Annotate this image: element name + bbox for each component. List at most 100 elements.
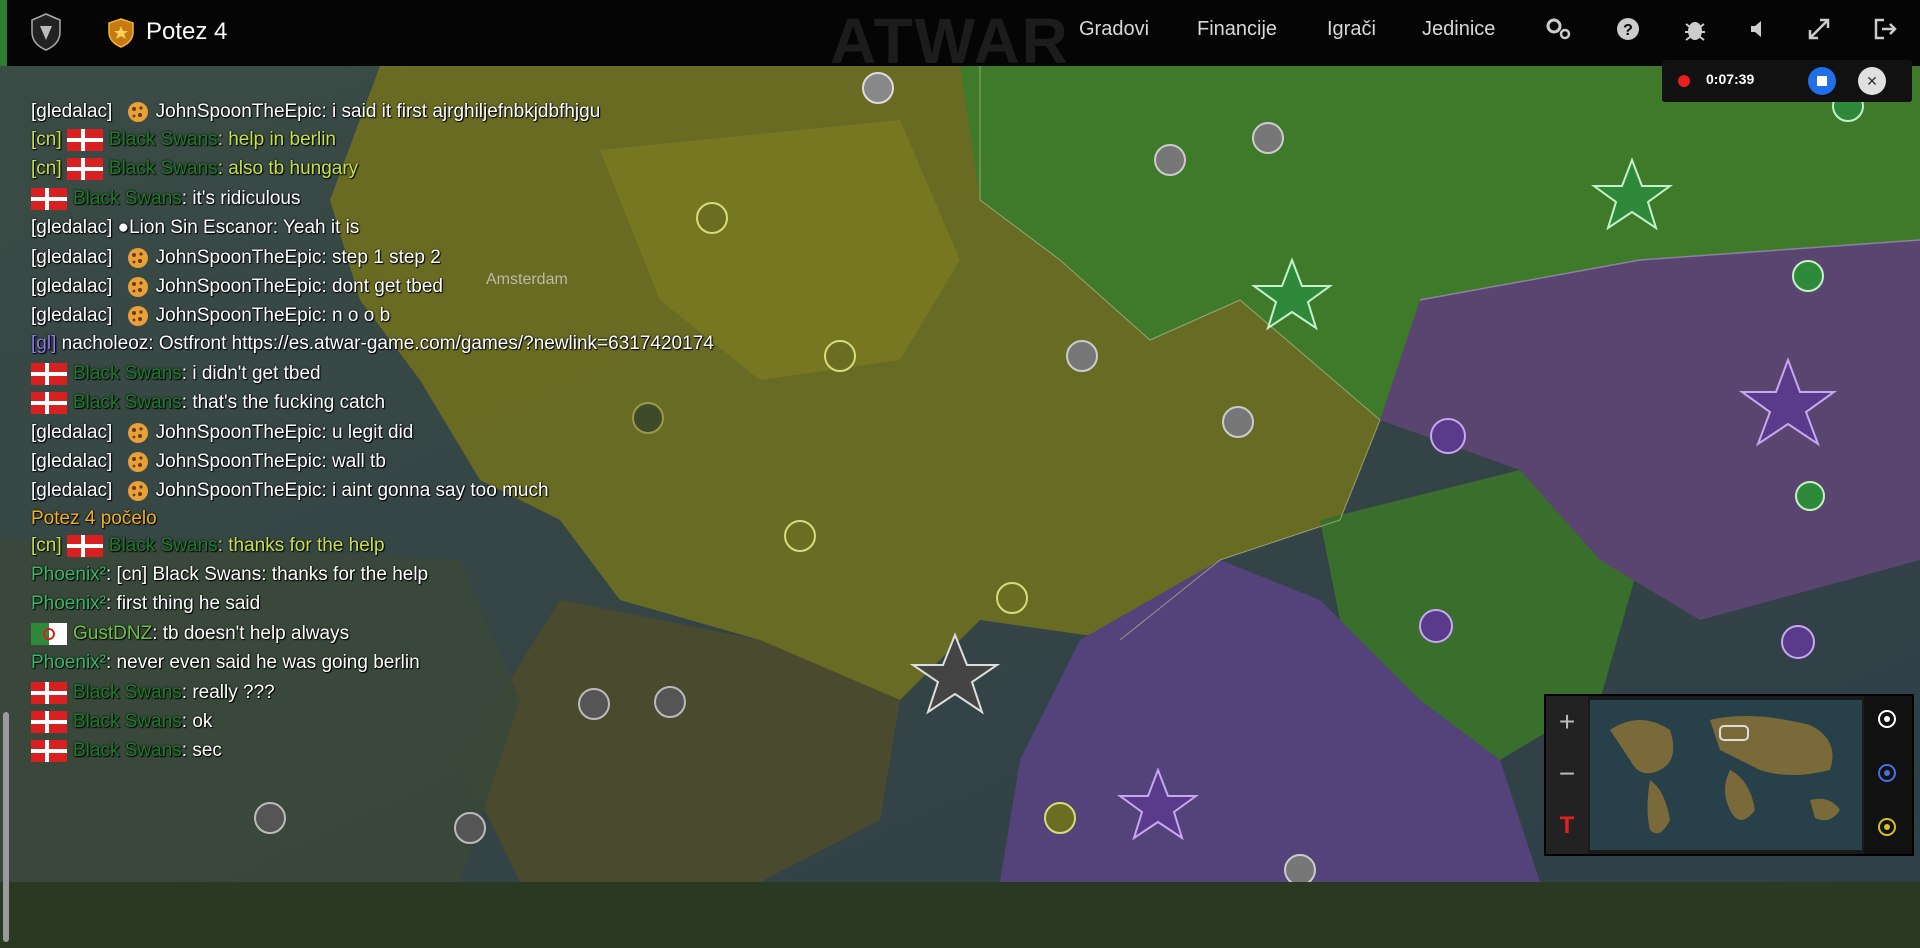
chat-player-name: Black Swans [73,392,182,413]
chat-player-name: JohnSpoonTheEpic [155,451,322,472]
chat-message-text: Potez 4 počelo [31,508,157,529]
chat-message-text: : tb doesn't help always [152,623,350,644]
minimap-panel: + − T [1544,694,1914,856]
fullscreen-icon[interactable] [1804,14,1834,44]
chat-player-name: nacholeoz [61,333,149,354]
minimap-controls: + − T [1546,696,1588,854]
flag-denmark-icon [66,129,103,151]
flag-denmark-icon [66,535,103,557]
target-yellow-icon[interactable] [1876,816,1898,838]
flag-denmark-icon [31,363,67,385]
mic-muted-icon[interactable]: ✕ [1858,67,1886,95]
chat-player-name: Black Swans [73,363,182,384]
chat-message: Black Swans: that's the fucking catch [31,392,385,414]
world-minimap[interactable] [1590,700,1862,850]
chat-player-name: ●Lion Sin Escanor [117,217,273,238]
chat-message: [gledalac] JohnSpoonTheEpic: i said it f… [31,100,600,124]
chat-message: [cn] Black Swans: also tb hungary [31,158,358,180]
chat-message-text: : Yeah it is [272,217,360,238]
chat-message: Black Swans: i didn't get tbed [31,363,321,385]
chat-scroll-thumb[interactable] [3,712,9,942]
chat-channel-tag: [cn] [31,535,62,556]
chat-message: Black Swans: really ??? [31,682,275,704]
status-edge [0,0,7,66]
chat-message: [gl] nacholeoz: Ostfront https://es.atwa… [31,333,714,355]
chat-message: Potez 4 počelo [31,508,157,530]
bug-icon[interactable] [1680,14,1710,44]
flag-denmark-icon [66,158,103,180]
nav-cities[interactable]: Gradovi [1079,18,1149,41]
flag-denmark-icon [31,711,67,733]
chat-message: [gledalac] JohnSpoonTheEpic: u legit did [31,421,413,445]
cookie-icon [126,246,150,270]
chat-channel-tag: [gledalac] [31,247,113,268]
chat-player-name: Black Swans [73,711,182,732]
chat-player-name: Black Swans [73,682,182,703]
chat-message-text: : dont get tbed [321,276,443,297]
target-white-icon[interactable] [1876,708,1898,730]
chat-player-name: JohnSpoonTheEpic [155,305,322,326]
chat-scrollbar[interactable] [0,166,12,948]
cookie-icon [126,450,150,474]
chat-channel-tag: [cn] [31,158,62,179]
chat-message-text: : never even said he was going berlin [106,652,420,673]
turn-shield-icon [108,18,134,48]
screen-recorder: 0:07:39 ✕ [1662,60,1912,102]
chat-message-text: : that's the fucking catch [181,392,386,413]
chat-player-name: JohnSpoonTheEpic [155,101,322,122]
chat-message: [gledalac] JohnSpoonTheEpic: n o o b [31,304,390,328]
chat-message: GustDNZ: tb doesn't help always [31,623,349,645]
chat-message-text: : thanks for the help [217,535,385,556]
chat-player-name: Phoenix² [31,564,106,585]
chat-channel-tag: [cn] [31,129,62,150]
game-logo-icon[interactable] [28,12,64,52]
chat-player-name: Black Swans [73,188,182,209]
chat-log: [gledalac] JohnSpoonTheEpic: i said it f… [0,66,800,942]
chat-player-name: GustDNZ [73,623,153,644]
chat-channel-tag: [gledalac] [31,480,113,501]
chat-message: Phoenix²: never even said he was going b… [31,652,420,674]
chat-message-text: : also tb hungary [217,158,359,179]
flag-denmark-icon [31,682,67,704]
chat-player-name: Phoenix² [31,593,106,614]
nav-players[interactable]: Igrači [1327,18,1376,41]
chat-message-text: : i aint gonna say too much [321,480,549,501]
flag-algeria-icon [31,623,67,645]
sound-icon[interactable] [1743,14,1773,44]
chat-message: Black Swans: ok [31,711,212,733]
chat-message-text: : wall tb [321,451,386,472]
turn-label: Potez 4 [146,18,228,45]
help-icon[interactable]: ? [1613,14,1643,44]
chat-message-text: : ok [181,711,213,732]
chat-player-name: Black Swans [108,158,218,179]
chat-message-text: : u legit did [321,422,414,443]
top-bar: Potez 4 ATWAR Gradovi Financije Igrači J… [0,0,1920,77]
chat-message: [gledalac] ●Lion Sin Escanor: Yeah it is [31,217,359,239]
minimap-view-options [1864,696,1912,854]
chat-player-name: Black Swans [108,535,218,556]
chat-message: Black Swans: it's ridiculous [31,188,301,210]
chat-message-text: : first thing he said [106,593,261,614]
chat-message: Black Swans: sec [31,740,222,762]
zoom-out-button[interactable]: − [1546,748,1588,800]
zoom-in-button[interactable]: + [1546,696,1588,748]
nav-finances[interactable]: Financije [1197,18,1277,41]
stop-recording-button[interactable] [1808,67,1836,95]
chat-channel-tag: [gledalac] [31,422,113,443]
toggle-labels-button[interactable]: T [1546,800,1588,852]
nav-units[interactable]: Jedinice [1422,18,1495,41]
recording-time: 0:07:39 [1706,71,1755,87]
chat-channel-tag: [gledalac] [31,101,113,122]
gear-icon[interactable] [1543,14,1573,44]
chat-message-text: : i said it first ajrghiljefnbkjdbfhjgu [321,101,601,122]
target-blue-icon[interactable] [1876,762,1898,784]
chat-message-text: : sec [181,740,222,761]
chat-message-text: : i didn't get tbed [181,363,321,384]
chat-message-text: : help in berlin [217,129,336,150]
chat-message-text: : really ??? [181,682,275,703]
exit-icon[interactable] [1870,14,1900,44]
chat-message-text: : it's ridiculous [181,188,301,209]
cookie-icon [126,100,150,124]
flag-denmark-icon [31,188,67,210]
chat-message: Phoenix²: [cn] Black Swans: thanks for t… [31,564,428,586]
